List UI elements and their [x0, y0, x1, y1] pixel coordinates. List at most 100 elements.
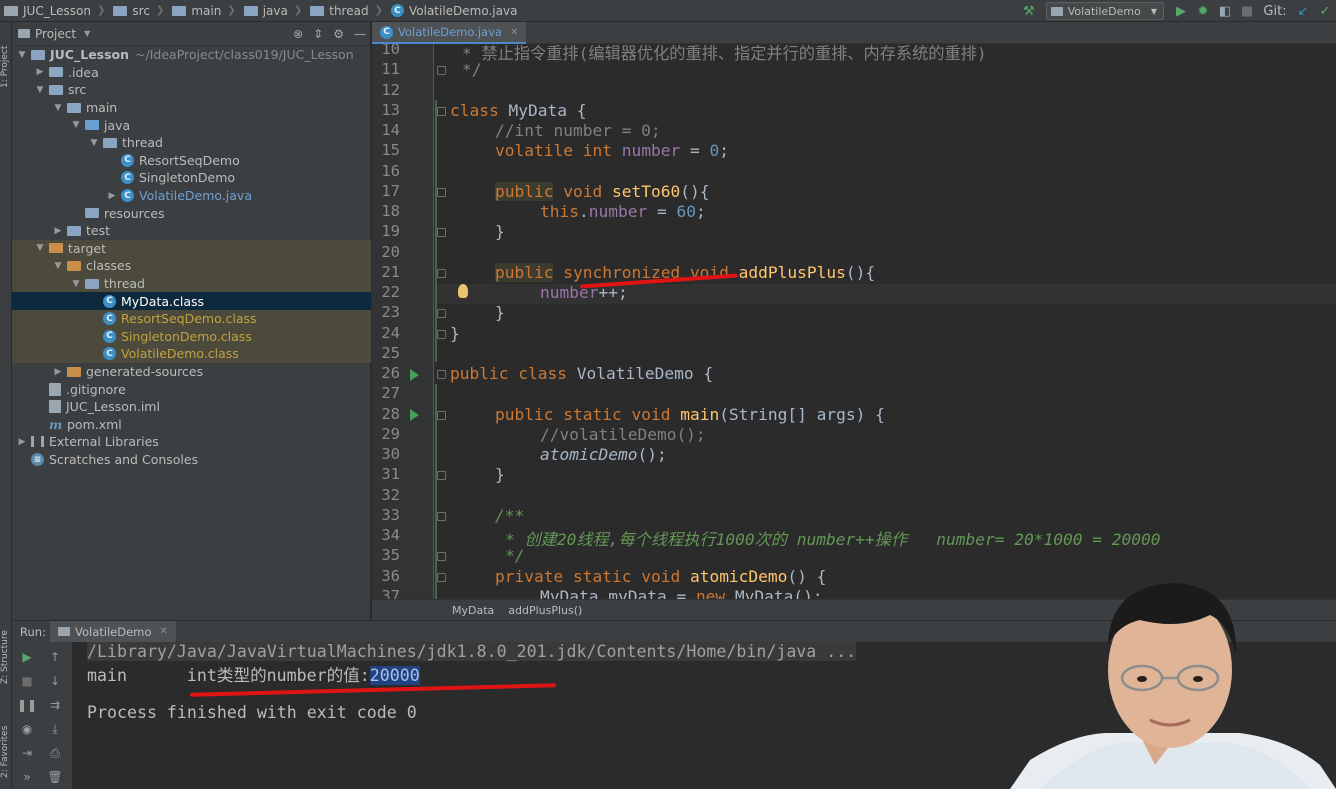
scroll-to-end-icon[interactable]: ⤓ [46, 720, 64, 738]
line-number: 26 [381, 364, 400, 382]
run-configuration-select[interactable]: VolatileDemo ▼ [1045, 2, 1164, 20]
close-icon[interactable]: ✕ [159, 626, 167, 637]
project-panel-title[interactable]: Project [35, 27, 76, 41]
stop-icon[interactable]: ■ [18, 672, 36, 690]
tree-item[interactable]: ▼ main [12, 99, 371, 117]
build-hammer-icon[interactable]: ⚒ [1018, 0, 1040, 22]
coverage-icon[interactable]: ◧ [1214, 0, 1236, 22]
tree-item[interactable]: C VolatileDemo.class [12, 345, 371, 363]
expand-arrow-icon[interactable]: ▼ [16, 50, 28, 60]
fold-toggle-icon[interactable] [437, 66, 446, 76]
run-gutter-icon[interactable] [410, 369, 419, 381]
expand-arrow-icon[interactable]: ▼ [34, 243, 46, 253]
favorites-tool-tab[interactable]: 2: Favorites [0, 708, 12, 778]
tree-item-label: MyData.class [121, 293, 205, 309]
gear-icon[interactable]: ⚙ [333, 27, 344, 41]
tree-item[interactable]: ▼ JUC_Lesson ~/IdeaProject/class019/JUC_Le… [12, 46, 371, 64]
tree-item[interactable]: ▼ target [12, 239, 371, 258]
more-icon[interactable]: » [18, 768, 36, 786]
run-gutter-icon[interactable] [410, 409, 419, 421]
project-tool-tab[interactable]: 1: Project [0, 28, 12, 88]
expand-arrow-icon[interactable]: ▼ [52, 103, 64, 113]
expand-arrow-icon[interactable]: ▼ [70, 279, 82, 289]
editor-crumb-method[interactable]: addPlusPlus() [508, 604, 582, 617]
fold-toggle-icon[interactable] [437, 187, 446, 197]
tree-item[interactable]: ▼ java [12, 116, 371, 134]
stop-icon[interactable]: ■ [1236, 0, 1258, 22]
collapse-arrow-icon[interactable]: ▶ [34, 67, 46, 77]
fold-toggle-icon[interactable] [437, 370, 446, 379]
run-icon[interactable]: ▶ [1170, 0, 1192, 22]
breadcrumb-main[interactable]: main ❯ [168, 0, 239, 22]
breadcrumb-src[interactable]: src ❯ [109, 0, 168, 22]
expand-arrow-icon[interactable]: ▼ [70, 120, 82, 130]
fold-toggle-icon[interactable] [437, 410, 446, 420]
tree-item[interactable]: C SingletonDemo.class [12, 327, 371, 346]
editor-crumb-class[interactable]: MyData [452, 604, 494, 617]
git-update-icon[interactable]: ↙ [1292, 0, 1314, 22]
soft-wrap-icon[interactable]: ⇉ [46, 696, 64, 714]
tree-item[interactable]: C ResortSeqDemo.class [12, 310, 371, 328]
line-number: 18 [381, 202, 400, 220]
tree-item[interactable]: ▶ C VolatileDemo.java [12, 187, 371, 205]
fold-toggle-icon[interactable] [437, 572, 446, 582]
pause-icon[interactable]: ❚❚ [17, 696, 37, 714]
expand-arrow-icon[interactable]: ▼ [52, 261, 64, 271]
chevron-down-icon[interactable]: ▼ [84, 29, 90, 38]
structure-tool-tab[interactable]: Z: Structure [0, 614, 12, 684]
tree-item[interactable]: ▶ generated-sources [12, 363, 371, 381]
git-commit-icon[interactable]: ✓ [1314, 0, 1336, 22]
fold-toggle-icon[interactable] [437, 552, 446, 562]
tree-item[interactable]: ▼ thread [12, 274, 371, 293]
camera-icon[interactable]: ◉ [18, 720, 36, 738]
fold-toggle-icon[interactable] [437, 329, 446, 339]
print-icon[interactable]: ⎙ [46, 744, 64, 762]
fold-toggle-icon[interactable] [437, 309, 446, 319]
trash-icon[interactable]: 🗑 [46, 768, 64, 786]
tree-item[interactable]: ▶ test [12, 222, 371, 240]
up-arrow-icon[interactable]: ↑ [46, 648, 64, 666]
tree-item[interactable]: resources [12, 204, 371, 222]
tree-item[interactable]: C MyData.class [12, 292, 371, 310]
tree-item[interactable]: ▶ .idea [12, 64, 371, 82]
tree-item[interactable]: ▼ thread [12, 134, 371, 152]
exit-icon[interactable]: ⇥ [18, 744, 36, 762]
fold-toggle-icon[interactable] [437, 511, 446, 521]
run-tab-volatiledemo[interactable]: VolatileDemo ✕ [50, 620, 176, 643]
breadcrumb-thread[interactable]: thread ❯ [306, 0, 387, 22]
tree-item[interactable]: .gitignore [12, 380, 371, 398]
tree-item[interactable]: ▼ src [12, 81, 371, 99]
tree-item-label: src [68, 82, 87, 98]
tree-item[interactable]: m pom.xml [12, 416, 371, 434]
tree-item[interactable]: ▶ External Libraries [12, 433, 371, 451]
class-icon: C [103, 294, 116, 308]
collapse-arrow-icon[interactable]: ▶ [52, 226, 64, 236]
tree-item[interactable]: C SingletonDemo [12, 169, 371, 187]
tree-item[interactable]: ≡ Scratches and Consoles [12, 451, 371, 469]
scroll-from-source-icon[interactable]: ⊗ [293, 27, 303, 41]
fold-toggle-icon[interactable] [437, 471, 446, 481]
code-editor[interactable]: 10 11 12 13 14 15 16 17 18 19 20 21 22 23 24 25 26 27 28 29… [372, 44, 1336, 599]
tree-item[interactable]: C ResortSeqDemo [12, 152, 371, 170]
collapse-arrow-icon[interactable]: ▶ [16, 437, 28, 447]
debug-icon[interactable]: ✹ [1192, 0, 1214, 22]
hide-icon[interactable]: — [354, 27, 366, 41]
down-arrow-icon[interactable]: ↓ [46, 672, 64, 690]
fold-toggle-icon[interactable] [437, 268, 446, 278]
breadcrumb-project[interactable]: JUC_Lesson ❯ [0, 0, 109, 22]
fold-toggle-icon[interactable] [437, 106, 446, 116]
intention-bulb-icon[interactable] [458, 284, 468, 298]
fold-toggle-icon[interactable] [437, 228, 446, 238]
expand-arrow-icon[interactable]: ▼ [34, 85, 46, 95]
expand-arrow-icon[interactable]: ▼ [88, 138, 100, 148]
tree-item[interactable]: JUC_Lesson.iml [12, 398, 371, 416]
close-icon[interactable]: ✕ [510, 27, 518, 38]
collapse-arrow-icon[interactable]: ▶ [52, 367, 64, 377]
editor-tab-volatiledemo[interactable]: C VolatileDemo.java ✕ [372, 22, 527, 44]
collapse-arrow-icon[interactable]: ▶ [106, 191, 118, 201]
tree-item[interactable]: ▼ classes [12, 257, 371, 275]
rerun-icon[interactable]: ▶ [18, 648, 36, 666]
collapse-all-icon[interactable]: ⇕ [313, 27, 323, 41]
breadcrumb-java[interactable]: java ❯ [240, 0, 307, 22]
breadcrumb-file[interactable]: C VolatileDemo.java [387, 0, 521, 22]
